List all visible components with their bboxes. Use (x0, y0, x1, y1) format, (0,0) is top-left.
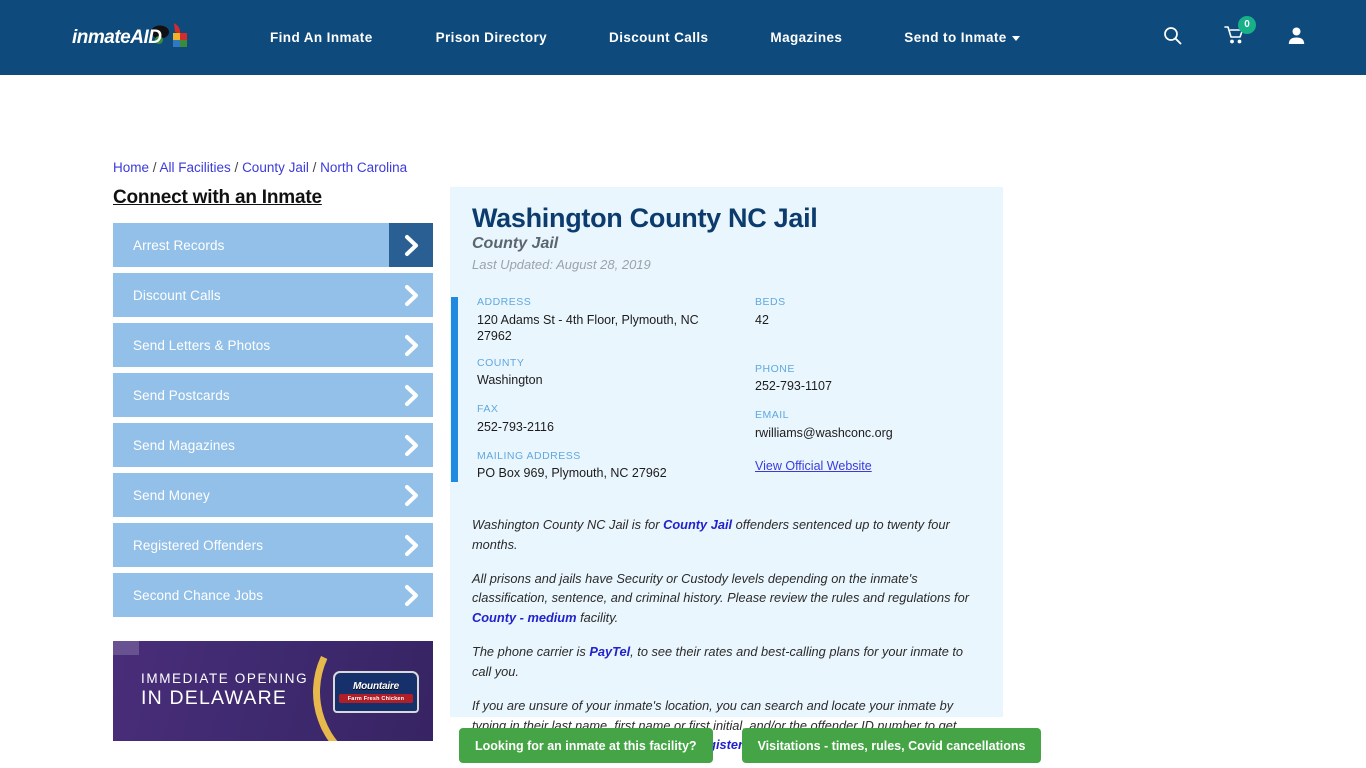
sidebar-item-label: Second Chance Jobs (133, 587, 264, 603)
nav-link-prison-directory[interactable]: Prison Directory (436, 30, 547, 45)
sidebar-item-send-letters-photos[interactable]: Send Letters & Photos (113, 323, 433, 367)
detail-label-beds: BEDS (755, 296, 786, 308)
ad-line-2: IN DELAWARE (141, 686, 288, 709)
visitations-button[interactable]: Visitations - times, rules, Covid cancel… (741, 728, 1042, 763)
facility-details-block: ADDRESS 120 Adams St - 4th Floor, Plymou… (450, 296, 1003, 482)
breadcrumb-separator: / (308, 160, 321, 175)
user-account-icon[interactable] (1287, 26, 1306, 50)
ad-brand-tagline: Farm Fresh Chicken (339, 694, 413, 703)
sidebar-item-arrest-records[interactable]: Arrest Records (113, 223, 433, 267)
p2-link-county-medium[interactable]: County - medium (472, 610, 577, 625)
nav-link-discount-calls[interactable]: Discount Calls (609, 30, 708, 45)
detail-label-phone: PHONE (755, 362, 795, 375)
nav-link-send-to-inmate-label: Send to Inmate (904, 30, 1007, 45)
sidebar-item-label: Send Letters & Photos (133, 337, 271, 353)
looking-for-inmate-button[interactable]: Looking for an inmate at this facility? (459, 728, 713, 763)
breadcrumb-item-north-carolina[interactable]: North Carolina (320, 160, 407, 175)
breadcrumb-separator: / (149, 160, 160, 175)
ad-brand-name: Mountaire (353, 681, 399, 692)
sidebar-item-registered-offenders[interactable]: Registered Offenders (113, 523, 433, 567)
accent-bar (451, 297, 458, 482)
detail-value-email: rwilliams@washconc.org (755, 425, 893, 440)
cta-button-row: Looking for an inmate at this facility? … (459, 728, 1042, 763)
sidebar-item-label: Registered Offenders (133, 537, 264, 553)
details-column-left: ADDRESS 120 Adams St - 4th Floor, Plymou… (477, 296, 717, 497)
sidebar-item-label: Discount Calls (133, 287, 221, 303)
ad-brand-logo: Mountaire Farm Fresh Chicken (333, 671, 419, 713)
breadcrumb-item-county-jail[interactable]: County Jail (242, 160, 309, 175)
nav-icon-group: 0 (1163, 0, 1306, 75)
sidebar: Connect with an Inmate Arrest Records Di… (113, 187, 433, 623)
sidebar-item-label: Send Postcards (133, 387, 230, 403)
detail-value-beds: 42 (755, 312, 769, 327)
sidebar-title: Connect with an Inmate (113, 187, 322, 208)
chevron-down-icon (1011, 35, 1020, 41)
ad-line-1: IMMEDIATE OPENING (141, 671, 309, 686)
sidebar-item-label: Arrest Records (133, 237, 225, 253)
search-icon[interactable] (1163, 26, 1182, 50)
chevron-right-icon (389, 223, 433, 267)
sidebar-item-send-magazines[interactable]: Send Magazines (113, 423, 433, 467)
chevron-right-icon (389, 523, 433, 567)
detail-value-address: 120 Adams St - 4th Floor, Plymouth, NC 2… (477, 312, 699, 343)
cart-count-badge: 0 (1238, 16, 1256, 34)
chevron-right-icon (389, 273, 433, 317)
sidebar-item-second-chance-jobs[interactable]: Second Chance Jobs (113, 573, 433, 617)
detail-value-fax: 252-793-2116 (477, 419, 554, 434)
p3-text-a: The phone carrier is (472, 644, 590, 660)
nav-link-send-to-inmate[interactable]: Send to Inmate (904, 30, 1020, 45)
detail-value-county: Washington (477, 373, 543, 388)
detail-label-county: COUNTY (477, 356, 525, 369)
p3-link-paytel[interactable]: PayTel (589, 644, 630, 659)
description-paragraph-2: All prisons and jails have Security or C… (472, 569, 984, 628)
nav-link-find-an-inmate[interactable]: Find An Inmate (270, 30, 373, 45)
logo-wordmark: inmateAID (72, 27, 162, 48)
facility-type-subtitle: County Jail (472, 235, 559, 252)
description-paragraph-1: Washington County NC Jail is for County … (472, 515, 984, 555)
chevron-right-icon (389, 473, 433, 517)
sidebar-advertisement[interactable]: IMMEDIATE OPENING IN DELAWARE Mountaire … (113, 641, 433, 741)
chevron-right-icon (389, 323, 433, 367)
detail-label-email: EMAIL (755, 409, 790, 422)
breadcrumb: Home / All Facilities / County Jail / No… (113, 160, 407, 175)
sidebar-item-send-postcards[interactable]: Send Postcards (113, 373, 433, 417)
page-title: Washington County NC Jail (472, 203, 818, 233)
ad-text-block: IMMEDIATE OPENING IN DELAWARE (141, 671, 308, 710)
breadcrumb-item-home[interactable]: Home (113, 160, 149, 175)
description-paragraph-3: The phone carrier is PayTel, to see thei… (472, 642, 984, 682)
chevron-right-icon (389, 423, 433, 467)
detail-label-fax: FAX (477, 403, 499, 416)
detail-label-mailing-address: MAILING ADDRESS (477, 449, 581, 462)
sidebar-item-label: Send Money (133, 487, 210, 503)
view-official-website-link[interactable]: View Official Website (755, 459, 872, 473)
chevron-right-icon (389, 373, 433, 417)
nav-link-magazines[interactable]: Magazines (770, 30, 842, 45)
breadcrumb-item-all-facilities[interactable]: All Facilities (160, 160, 231, 175)
detail-label-address: ADDRESS (477, 296, 532, 308)
last-updated-text: Last Updated: August 28, 2019 (472, 257, 651, 272)
p2-text-b: facility. (576, 610, 619, 626)
detail-value-phone: 252-793-1107 (755, 379, 832, 394)
chevron-right-icon (389, 573, 433, 617)
p1-link-county-jail[interactable]: County Jail (663, 517, 732, 532)
p2-text-a: All prisons and jails have Security or C… (472, 570, 969, 606)
cart-icon[interactable]: 0 (1224, 16, 1256, 50)
site-logo[interactable]: inmateAID (72, 17, 192, 59)
detail-value-mailing-address: PO Box 969, Plymouth, NC 27962 (477, 466, 667, 481)
details-column-right: BEDS 42 PHONE 252-793-1107 EMAIL rwillia… (755, 296, 985, 475)
facility-info-card: Washington County NC Jail County Jail La… (450, 187, 1003, 752)
p1-text-a: Washington County NC Jail is for (472, 517, 664, 532)
sidebar-item-label: Send Magazines (133, 437, 235, 453)
primary-nav-links: Find An Inmate Prison Directory Discount… (250, 0, 1020, 75)
top-navigation-bar: inmateAID Find An Inmate Prison Director… (0, 0, 1366, 75)
sidebar-item-discount-calls[interactable]: Discount Calls (113, 273, 433, 317)
breadcrumb-separator: / (230, 160, 243, 175)
ad-corner-decoration (113, 641, 139, 655)
sidebar-item-send-money[interactable]: Send Money (113, 473, 433, 517)
